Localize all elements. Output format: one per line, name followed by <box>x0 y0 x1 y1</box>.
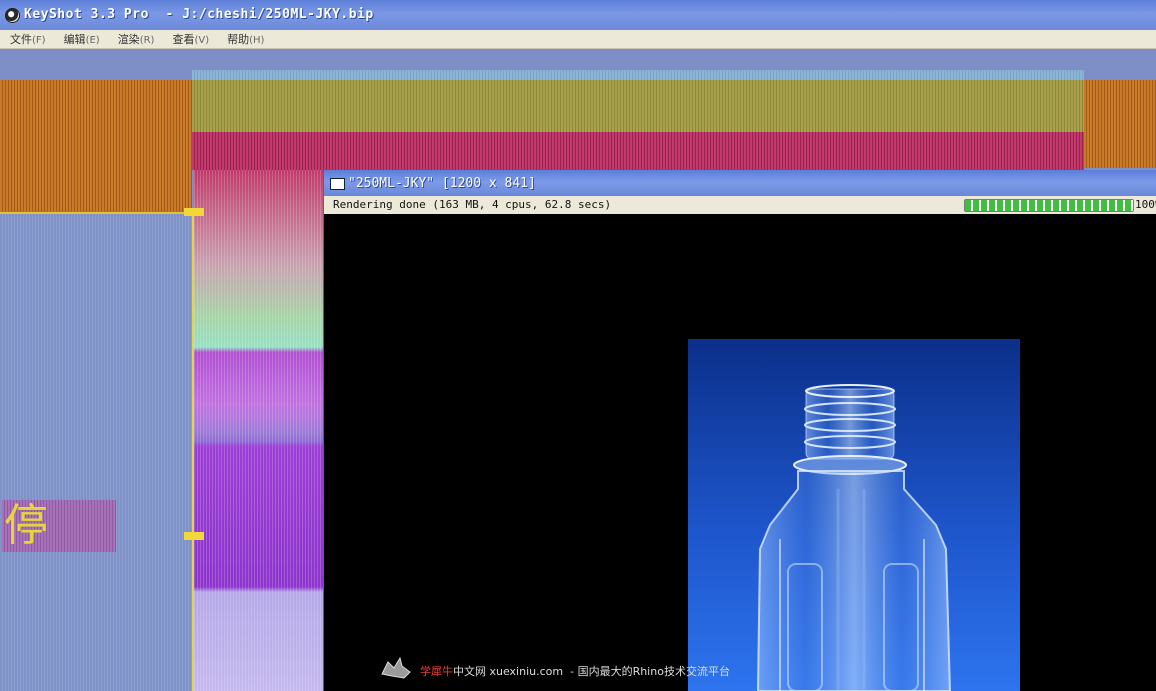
viewport-artifact-magenta <box>192 132 1084 170</box>
window-icon <box>330 178 345 190</box>
menu-file-label: 文件 <box>10 33 32 46</box>
background-glyph: 停 <box>2 500 116 552</box>
menu-help[interactable]: 帮助(H) <box>217 31 272 47</box>
app-titlebar[interactable]: KeyShot 3.3 Pro - J:/cheshi/250ML-JKY.bi… <box>0 0 1156 30</box>
watermark-text: 学犀牛中文网 xuexiniu.com - 国内最大的Rhino技术交流平台 <box>420 663 730 679</box>
menu-file[interactable]: 文件(F) <box>0 31 54 47</box>
render-status-text: Rendering done (163 MB, 4 cpus, 62.8 sec… <box>333 198 612 211</box>
menu-edit-label: 编辑 <box>63 33 86 46</box>
viewport-artifact-left-panel <box>0 214 192 691</box>
divider-handle-top[interactable] <box>184 208 204 216</box>
menu-file-key: (F) <box>32 35 46 46</box>
menu-view-key: (V) <box>194 35 210 46</box>
menu-view-label: 查看 <box>172 33 195 46</box>
panel-divider[interactable] <box>192 212 194 691</box>
menu-edit-key: (E) <box>85 35 100 46</box>
menu-help-key: (H) <box>249 35 265 46</box>
menu-edit[interactable]: 编辑(E) <box>54 31 108 47</box>
render-canvas[interactable] <box>324 214 1156 691</box>
viewport-artifact-orange-left <box>0 80 192 214</box>
render-progress-bar <box>964 199 1134 212</box>
keyshot-logo-icon <box>5 8 20 23</box>
watermark-brand: 学犀牛 <box>420 665 453 678</box>
render-window-titlebar[interactable]: "250ML-JKY" [1200 x 841] <box>324 170 1156 196</box>
viewport-artifact-orange-right <box>1084 80 1156 168</box>
viewport-artifact-strip <box>192 70 1084 80</box>
menu-render-key: (R) <box>139 35 155 46</box>
app-title: KeyShot 3.3 Pro - J:/cheshi/250ML-JKY.bi… <box>24 7 374 22</box>
menu-render[interactable]: 渲染(R) <box>108 31 163 47</box>
render-status-bar: Rendering done (163 MB, 4 cpus, 62.8 sec… <box>324 196 1156 214</box>
menu-view[interactable]: 查看(V) <box>162 31 217 47</box>
render-window-title: "250ML-JKY" [1200 x 841] <box>348 176 536 191</box>
menu-help-label: 帮助 <box>227 33 250 46</box>
render-progress-fill <box>965 200 1133 211</box>
watermark-rest: 中文网 xuexiniu.com - 国内最大的Rhino技术交流平台 <box>453 665 730 678</box>
rendered-image <box>688 339 1020 691</box>
viewport-artifact-column <box>194 170 324 691</box>
menu-bar: 文件(F) 编辑(E) 渲染(R) 查看(V) 帮助(H) <box>0 30 1156 49</box>
rhino-logo-icon <box>381 656 411 679</box>
menu-render-label: 渲染 <box>117 33 140 46</box>
render-progress-label: 100% <box>1135 198 1156 211</box>
render-window[interactable]: "250ML-JKY" [1200 x 841] Rendering done … <box>324 170 1156 691</box>
bottle-render <box>756 384 952 691</box>
divider-handle-bottom[interactable] <box>184 532 204 540</box>
viewport-artifact-olive <box>192 80 1084 132</box>
